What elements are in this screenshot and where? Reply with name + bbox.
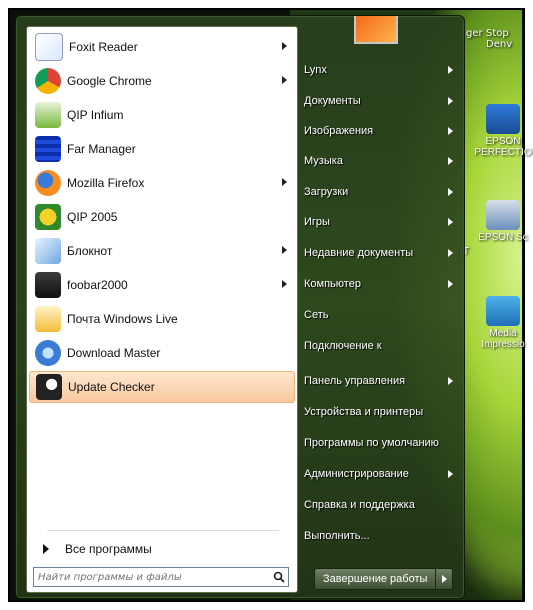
foxit-reader-icon [35, 33, 63, 61]
right-item-connect-to[interactable]: Подключение к [304, 336, 459, 356]
desktop-icon-epson-perfection[interactable]: EPSON PERFECTIO [474, 104, 532, 158]
right-item-network[interactable]: Сеть [304, 305, 459, 325]
submenu-arrow-icon [282, 246, 287, 254]
search-icon[interactable] [270, 568, 288, 586]
right-item-administration[interactable]: Администрирование [304, 464, 459, 484]
right-item-pictures[interactable]: Изображения [304, 121, 459, 141]
program-windows-live-mail[interactable]: Почта Windows Live [29, 303, 295, 335]
far-manager-icon [35, 136, 61, 162]
program-foxit-reader[interactable]: Foxit Reader [29, 31, 295, 63]
program-download-master[interactable]: Download Master [29, 337, 295, 369]
shutdown-button-group[interactable]: Завершение работы [314, 568, 454, 590]
right-item-computer[interactable]: Компьютер [304, 274, 459, 294]
submenu-arrow-icon [448, 377, 453, 385]
right-item-downloads[interactable]: Загрузки [304, 182, 459, 202]
right-item-recent-documents[interactable]: Недавние документы [304, 243, 459, 263]
desktop-icon-epson-scan[interactable]: EPSON Sc [474, 200, 532, 243]
program-update-checker[interactable]: Update Checker [29, 371, 295, 403]
right-item-help-support[interactable]: Справка и поддержка [304, 495, 459, 515]
scan-icon [486, 200, 520, 230]
desktop-top-label-2: Stop Denv [486, 28, 513, 50]
submenu-arrow-icon [448, 249, 453, 257]
submenu-arrow-icon [448, 218, 453, 226]
download-master-icon [35, 340, 61, 366]
right-item-music[interactable]: Музыка [304, 151, 459, 171]
programs-pane: Foxit Reader Google Chrome QIP Infium Fa… [26, 26, 298, 593]
foobar2000-icon [35, 272, 61, 298]
submenu-arrow-icon [448, 127, 453, 135]
start-menu: Foxit Reader Google Chrome QIP Infium Fa… [15, 15, 465, 599]
shutdown-arrow-icon [441, 575, 447, 583]
desktop-top-label-1: ger [466, 28, 483, 39]
program-qip-infium[interactable]: QIP Infium [29, 99, 295, 131]
notepad-icon [35, 238, 61, 264]
program-foobar2000[interactable]: foobar2000 [29, 269, 295, 301]
right-item-documents[interactable]: Документы [304, 91, 459, 111]
submenu-arrow-icon [282, 76, 287, 84]
submenu-arrow-icon [448, 470, 453, 478]
qip-2005-icon [35, 204, 61, 230]
chrome-icon [35, 68, 61, 94]
search-input[interactable] [34, 568, 270, 586]
shutdown-button[interactable]: Завершение работы [315, 569, 436, 589]
right-item-games[interactable]: Игры [304, 212, 459, 232]
right-item-control-panel[interactable]: Панель управления [304, 371, 459, 391]
desktop-icon-media-impression[interactable]: Media Impressio [474, 296, 532, 350]
submenu-arrow-icon [448, 97, 453, 105]
media-icon [486, 296, 520, 326]
submenu-arrow-icon [448, 280, 453, 288]
program-qip-2005[interactable]: QIP 2005 [29, 201, 295, 233]
submenu-arrow-icon [282, 178, 287, 186]
shutdown-options-button[interactable] [435, 569, 453, 589]
right-item-default-programs[interactable]: Программы по умолчанию [304, 433, 459, 453]
submenu-arrow-icon [448, 66, 453, 74]
submenu-arrow-icon [282, 42, 287, 50]
qip-infium-icon [35, 102, 61, 128]
user-picture[interactable] [354, 16, 398, 44]
program-google-chrome[interactable]: Google Chrome [29, 65, 295, 97]
firefox-icon [35, 170, 61, 196]
program-far-manager[interactable]: Far Manager [29, 133, 295, 165]
update-checker-icon [36, 374, 62, 400]
expand-arrow-icon [43, 544, 49, 554]
programs-divider [47, 530, 279, 531]
search-box[interactable] [33, 567, 289, 587]
right-item-devices-printers[interactable]: Устройства и принтеры [304, 402, 459, 422]
program-mozilla-firefox[interactable]: Mozilla Firefox [29, 167, 295, 199]
submenu-arrow-icon [448, 157, 453, 165]
submenu-arrow-icon [282, 280, 287, 288]
right-item-lynx[interactable]: Lynx [304, 60, 459, 80]
scanner-icon [486, 104, 520, 134]
all-programs-button[interactable]: Все программы [33, 537, 289, 561]
right-item-run[interactable]: Выполнить... [304, 526, 459, 546]
windows-live-mail-icon [35, 306, 61, 332]
program-notepad[interactable]: Блокнот [29, 235, 295, 267]
submenu-arrow-icon [448, 188, 453, 196]
